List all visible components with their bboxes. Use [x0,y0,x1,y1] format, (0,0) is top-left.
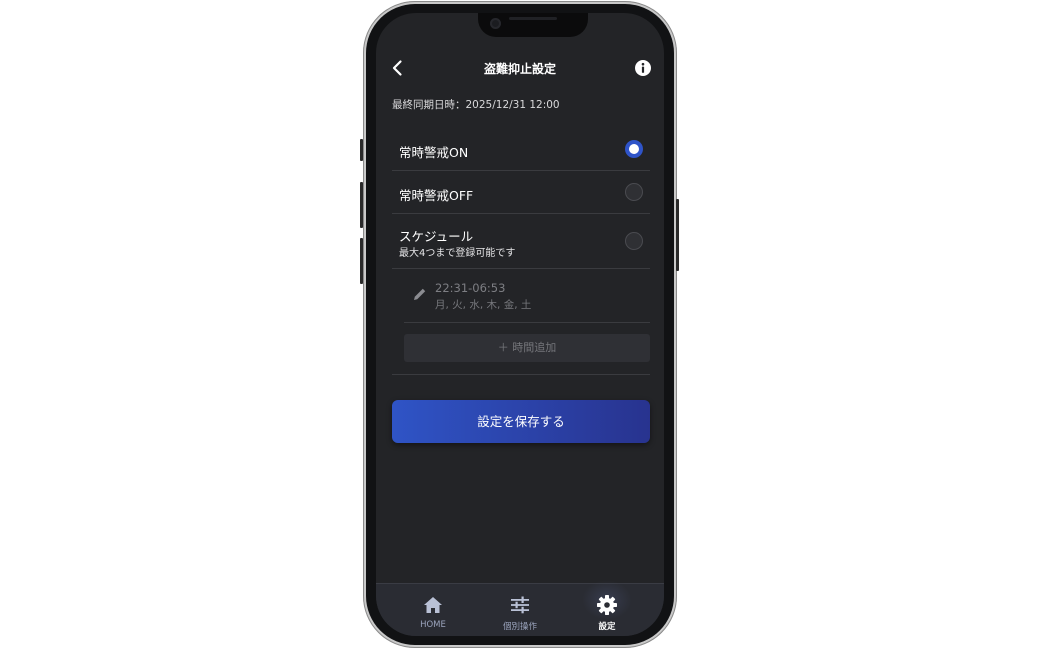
tab-label: 設定 [598,622,616,632]
radio-button-selected[interactable] [625,140,643,158]
tab-label: HOME [420,620,446,630]
schedule-days: 月, 火, 水, 木, 金, 土 [435,299,532,311]
option-label: 常時警戒ON [399,145,469,160]
tab-settings[interactable]: 設定 [572,580,642,636]
option-schedule[interactable]: スケジュール 最大4つまで登録可能です [392,214,650,269]
schedule-item[interactable]: 22:31-06:53 月, 火, 水, 木, 金, 土 [404,269,650,323]
side-button-mute [360,139,363,161]
option-always-off[interactable]: 常時警戒OFF [392,171,650,214]
info-button[interactable] [633,58,653,78]
radio-button[interactable] [625,183,643,201]
earpiece-speaker [509,17,557,20]
divider [392,374,650,375]
save-settings-button[interactable]: 設定を保存する [392,400,650,443]
page-title: 盗難抑止設定 [483,62,556,76]
option-always-on[interactable]: 常時警戒ON [392,127,650,171]
last-sync-text: 最終同期日時：2025/12/31 12:00 [392,97,560,112]
header: 盗難抑止設定 [376,53,664,83]
tab-home[interactable]: HOME [398,584,468,636]
side-button-volume-up [360,182,363,228]
front-camera [490,18,501,29]
phone-frame: 盗難抑止設定 最終同期日時：2025/12/31 12:00 常時警戒ON 常時… [360,1,679,648]
side-button-power [676,199,679,271]
tab-label: 個別操作 [502,622,537,632]
add-time-button[interactable]: ＋ 時間追加 [404,334,650,362]
schedule-time: 22:31-06:53 [435,281,506,295]
notch [478,13,588,37]
bottom-tab-bar: HOME 個別操作 設定 [376,580,664,636]
radio-button[interactable] [625,232,643,250]
option-sublabel: 最大4つまで登録可能です [399,248,516,259]
tab-individual-control[interactable]: 個別操作 [485,584,555,636]
last-sync-value: 2025/12/31 12:00 [465,99,560,111]
last-sync-label: 最終同期日時： [392,99,466,111]
pencil-icon [414,288,426,300]
option-label: スケジュール [399,229,474,244]
side-button-volume-down [360,238,363,284]
app-screen: 盗難抑止設定 最終同期日時：2025/12/31 12:00 常時警戒ON 常時… [376,13,664,636]
option-label: 常時警戒OFF [399,188,474,203]
info-icon [635,60,651,76]
sliders-icon [511,596,529,614]
home-icon [424,597,442,613]
gear-icon [597,595,617,615]
